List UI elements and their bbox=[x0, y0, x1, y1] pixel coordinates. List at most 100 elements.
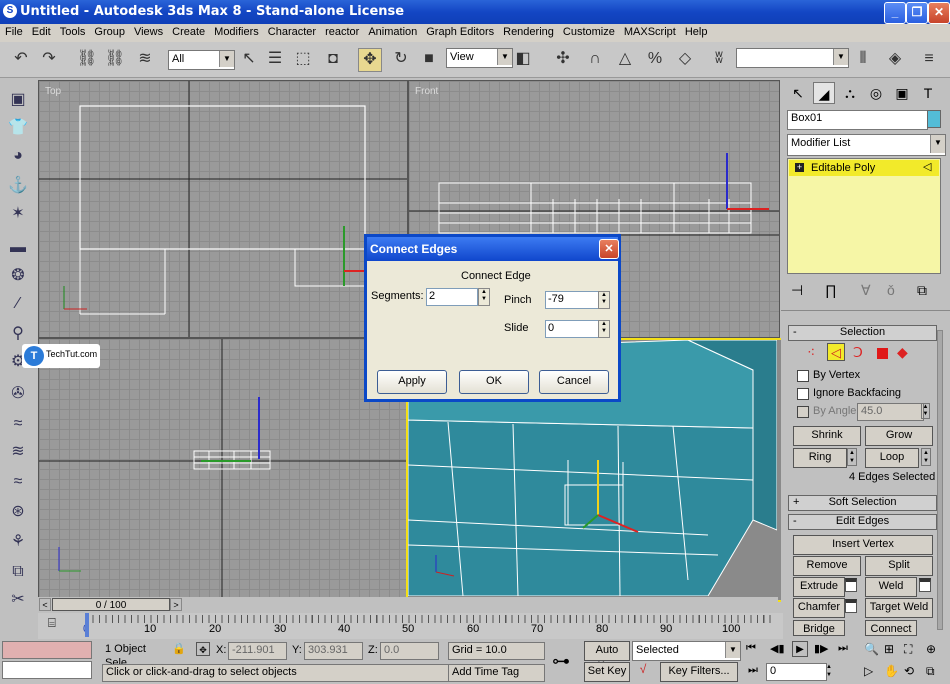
next-key-icon[interactable]: ▮▶ bbox=[814, 642, 829, 655]
viewport-top[interactable]: Top bbox=[38, 80, 408, 338]
add-time-tag[interactable]: Add Time Tag bbox=[448, 664, 545, 682]
close-button[interactable]: ✕ bbox=[928, 2, 950, 24]
prev-key-icon[interactable]: ◀▮ bbox=[770, 642, 785, 655]
make-unique-icon[interactable]: ∀ bbox=[861, 282, 871, 299]
cancel-button[interactable]: Cancel bbox=[539, 370, 609, 394]
pivot-center-icon[interactable]: ◧ bbox=[512, 48, 534, 70]
undo-icon[interactable]: ↶ bbox=[10, 48, 32, 70]
selection-rollout-header[interactable]: - Selection bbox=[788, 325, 937, 341]
select-and-rotate-icon[interactable]: ↻ bbox=[390, 48, 412, 70]
chamfer-settings-icon[interactable] bbox=[845, 599, 857, 613]
window-crossing-icon[interactable]: ◘ bbox=[322, 48, 344, 70]
rigid-body-icon[interactable]: ▣ bbox=[6, 88, 30, 112]
time-slider-thumb[interactable]: 0 / 100 bbox=[52, 598, 170, 611]
angle-spinner[interactable]: ▲ ▼ bbox=[921, 403, 930, 419]
goto-end-icon[interactable]: ⏭ bbox=[838, 642, 848, 655]
pinch-input[interactable]: -79 bbox=[545, 291, 599, 309]
loop-button[interactable]: Loop bbox=[865, 448, 919, 468]
next-frame-button[interactable]: > bbox=[170, 598, 182, 611]
menu-maxscript[interactable]: MAXScript bbox=[619, 24, 680, 38]
menu-edit[interactable]: Edit bbox=[27, 24, 55, 38]
maxscript-listener-pink[interactable] bbox=[2, 641, 92, 659]
viewport-left[interactable] bbox=[38, 338, 408, 598]
select-object-icon[interactable]: ↖ bbox=[238, 48, 260, 70]
menu-character[interactable]: Character bbox=[263, 24, 320, 38]
remove-button[interactable]: Remove bbox=[793, 556, 861, 576]
named-selection-dropdown[interactable]: ▼ bbox=[736, 48, 849, 68]
zoom-all-icon[interactable]: ⊞ bbox=[884, 642, 894, 656]
x-coordinate-field[interactable]: -211.901 bbox=[228, 642, 287, 660]
transform-mode-icon[interactable]: ✥ bbox=[196, 642, 210, 656]
split-button[interactable]: Split bbox=[865, 556, 933, 576]
menu-rendering[interactable]: Rendering bbox=[498, 24, 558, 38]
angle-snap-icon[interactable]: △ bbox=[614, 48, 636, 70]
motor-icon[interactable]: ⊛ bbox=[6, 500, 30, 524]
target-weld-button[interactable]: Target Weld bbox=[865, 598, 933, 618]
stack-item-editable-poly[interactable]: + Editable Poly ◁ bbox=[789, 160, 939, 176]
bridge-button[interactable]: Bridge bbox=[793, 620, 845, 636]
key-filters-button[interactable]: Key Filters... bbox=[660, 662, 738, 682]
insert-vertex-button[interactable]: Insert Vertex bbox=[793, 535, 933, 555]
unlink-icon[interactable]: ⛓ bbox=[104, 48, 126, 70]
track-bar[interactable]: ⌸ 0 10 20 30 40 50 60 70 80 90 100 bbox=[38, 613, 783, 639]
zoom-extents-icon[interactable]: ⛶ bbox=[904, 642, 912, 657]
shrink-button[interactable]: Shrink bbox=[793, 426, 861, 446]
deforming-mesh-icon[interactable]: ✶ bbox=[6, 202, 30, 226]
slide-input[interactable]: 0 bbox=[545, 320, 599, 338]
key-mode-toggle-icon[interactable]: ⏭ bbox=[748, 664, 758, 677]
select-and-manipulate-icon[interactable]: ✣ bbox=[552, 48, 574, 70]
menu-views[interactable]: Views bbox=[129, 24, 167, 38]
set-key-icon[interactable]: √ bbox=[632, 662, 654, 680]
wind-icon[interactable]: ⚘ bbox=[6, 530, 30, 554]
modifier-list-dropdown[interactable]: Modifier List ▼ bbox=[787, 134, 946, 156]
goto-start-icon[interactable]: ⏮ bbox=[746, 642, 756, 655]
align-icon[interactable]: ◈ bbox=[884, 48, 906, 70]
menu-tools[interactable]: Tools bbox=[55, 24, 90, 38]
object-color-swatch[interactable] bbox=[927, 110, 941, 128]
pinch-spinner[interactable]: ▲ ▼ bbox=[598, 291, 610, 309]
ignore-backfacing-checkbox[interactable] bbox=[797, 388, 809, 400]
weld-settings-icon[interactable] bbox=[919, 578, 931, 592]
chamfer-button[interactable]: Chamfer bbox=[793, 598, 845, 618]
current-frame-field[interactable]: 0 bbox=[766, 663, 827, 681]
edit-named-selection-icon[interactable]: ʬ bbox=[708, 48, 730, 70]
layer-manager-icon[interactable]: ≡ bbox=[918, 48, 940, 70]
rectangular-selection-icon[interactable]: ⬚ bbox=[292, 48, 314, 70]
segments-input[interactable]: 2 bbox=[426, 288, 478, 306]
apply-button[interactable]: Apply bbox=[377, 370, 447, 394]
configure-modifier-sets-icon[interactable]: ⧉ bbox=[917, 282, 927, 299]
cloth-icon[interactable]: 👕 bbox=[6, 116, 30, 140]
maximize-button[interactable]: ❐ bbox=[906, 2, 928, 24]
spring-icon[interactable]: ❂ bbox=[6, 264, 30, 288]
angle-input[interactable]: 45.0 bbox=[857, 403, 924, 421]
car-wheel-icon[interactable]: ✇ bbox=[6, 382, 30, 406]
segments-spinner[interactable]: ▲ ▼ bbox=[478, 288, 490, 306]
dashpot-icon[interactable]: ∕ bbox=[6, 292, 30, 316]
select-and-move-icon[interactable]: ✥ bbox=[358, 48, 382, 72]
reference-coordinate-dropdown[interactable]: View ▼ bbox=[446, 48, 513, 68]
lock-selection-icon[interactable]: 🔒 bbox=[172, 642, 186, 655]
minimize-button[interactable]: _ bbox=[884, 2, 906, 24]
edit-edges-rollout-header[interactable]: - Edit Edges bbox=[788, 514, 937, 530]
dialog-close-button[interactable]: ✕ bbox=[599, 239, 619, 259]
set-key-button[interactable]: Set Key bbox=[584, 662, 630, 682]
auto-key-button[interactable]: Auto Key bbox=[584, 641, 630, 672]
utilities-icon[interactable]: ✂ bbox=[6, 588, 30, 612]
extrude-button[interactable]: Extrude bbox=[793, 577, 845, 597]
object-name-field[interactable]: Box01 bbox=[787, 110, 928, 130]
select-and-link-icon[interactable]: ⛓ bbox=[76, 48, 98, 70]
hinge-icon[interactable]: ⚲ bbox=[6, 322, 30, 346]
ring-spinner[interactable]: ▲ ▼ bbox=[847, 448, 857, 466]
slide-spinner[interactable]: ▲ ▼ bbox=[598, 320, 610, 338]
soft-body-icon[interactable]: ◕ bbox=[6, 144, 30, 168]
mini-curve-editor-icon[interactable]: ⌸ bbox=[48, 615, 56, 631]
bind-space-warp-icon[interactable]: ≋ bbox=[134, 48, 156, 70]
snap-3d-icon[interactable]: ∩ bbox=[584, 48, 606, 70]
by-angle-checkbox[interactable] bbox=[797, 406, 809, 418]
selection-filter-dropdown[interactable]: All ▼ bbox=[168, 50, 235, 70]
pan-icon[interactable]: ✋ bbox=[884, 664, 899, 678]
element-mode-icon[interactable]: ◆ bbox=[897, 344, 908, 361]
time-config-icon[interactable]: ▲ ▼ bbox=[826, 663, 836, 679]
menu-group[interactable]: Group bbox=[89, 24, 129, 38]
toy-car-icon[interactable]: ≈ bbox=[6, 470, 30, 494]
